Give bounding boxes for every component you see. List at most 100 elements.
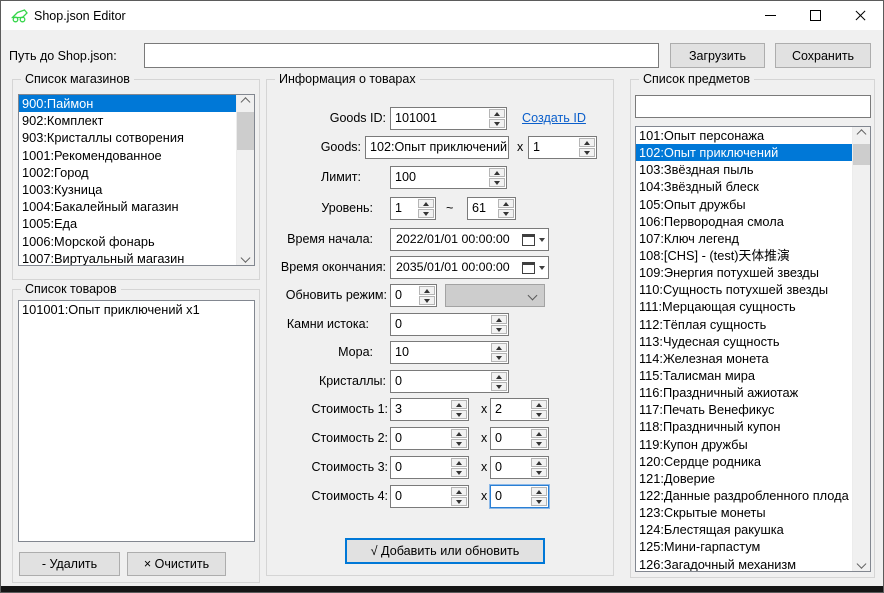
scroll-up-button[interactable] — [853, 127, 870, 144]
end-time-picker[interactable]: 2035/01/01 00:00:00 — [390, 256, 549, 279]
spin-up-button[interactable] — [531, 429, 547, 438]
list-item[interactable]: 1004:Бакалейный магазин — [19, 198, 237, 215]
path-input[interactable] — [144, 43, 659, 68]
list-item[interactable]: 125:Мини-гарпастум — [636, 538, 853, 555]
goods-count-spinner[interactable]: 1 — [528, 136, 597, 159]
list-item[interactable]: 902:Комплект — [19, 112, 237, 129]
end-time-value[interactable]: 2035/01/01 00:00:00 — [396, 260, 510, 274]
spin-down-button[interactable] — [491, 353, 507, 362]
spin-up-button[interactable] — [489, 168, 505, 177]
mora-spinner[interactable]: 10 — [390, 341, 509, 364]
scroll-up-button[interactable] — [237, 95, 254, 112]
spin-down-button[interactable] — [531, 497, 547, 506]
list-item[interactable]: 117:Печать Венефикус — [636, 401, 853, 418]
items-listbox[interactable]: 101:Опыт персонажа102:Опыт приключений10… — [635, 126, 871, 572]
clear-button[interactable]: × Очистить — [127, 552, 226, 576]
load-button[interactable]: Загрузить — [670, 43, 765, 68]
list-item[interactable]: 124:Блестящая ракушка — [636, 521, 853, 538]
spin-down-button[interactable] — [451, 410, 467, 419]
minimize-button[interactable] — [748, 1, 793, 30]
primogems-value[interactable]: 0 — [395, 317, 402, 331]
list-item[interactable]: 900:Паймон — [19, 95, 237, 112]
list-item[interactable]: 102:Опыт приключений — [636, 144, 853, 161]
shops-listbox[interactable]: 900:Паймон902:Комплект903:Кристаллы сотв… — [18, 94, 255, 266]
spin-down-button[interactable] — [451, 497, 467, 506]
list-item[interactable]: 113:Чудесная сущность — [636, 333, 853, 350]
list-item[interactable]: 1002:Город — [19, 164, 237, 181]
list-item[interactable]: 1006:Морской фонарь — [19, 233, 237, 250]
spin-down-button[interactable] — [531, 410, 547, 419]
cost3-count-value[interactable]: 0 — [495, 460, 502, 474]
cost1-item-spinner[interactable]: 3 — [390, 398, 469, 421]
spin-up-button[interactable] — [531, 458, 547, 467]
crystals-spinner[interactable]: 0 — [390, 370, 509, 393]
cost2-item-value[interactable]: 0 — [395, 431, 402, 445]
cost2-item-spinner[interactable]: 0 — [390, 427, 469, 450]
mora-value[interactable]: 10 — [395, 345, 409, 359]
spin-up-button[interactable] — [418, 199, 434, 208]
list-item[interactable]: 104:Звёздный блеск — [636, 178, 853, 195]
spin-down-button[interactable] — [498, 209, 514, 218]
spin-up-button[interactable] — [491, 372, 507, 381]
cost4-count-value[interactable]: 0 — [495, 489, 502, 503]
list-item[interactable]: 111:Мерцающая сущность — [636, 298, 853, 315]
maximize-button[interactable] — [793, 1, 838, 30]
list-item[interactable]: 108:[CHS] - (test)天体推演 — [636, 247, 853, 264]
spin-up-button[interactable] — [489, 109, 505, 118]
level-from-spinner[interactable]: 1 — [390, 197, 436, 220]
spin-down-button[interactable] — [489, 119, 505, 128]
spin-up-button[interactable] — [451, 458, 467, 467]
spin-up-button[interactable] — [579, 138, 595, 147]
list-item[interactable]: 120:Сердце родника — [636, 453, 853, 470]
list-item[interactable]: 101:Опыт персонажа — [636, 127, 853, 144]
list-item[interactable]: 114:Железная монета — [636, 350, 853, 367]
list-item[interactable]: 1001:Рекомендованное — [19, 147, 237, 164]
list-item[interactable]: 115:Талисман мира — [636, 367, 853, 384]
refresh-mode-value[interactable]: 0 — [395, 288, 402, 302]
spin-down-button[interactable] — [491, 325, 507, 334]
limit-spinner[interactable]: 100 — [390, 166, 507, 189]
cost1-item-value[interactable]: 3 — [395, 402, 402, 416]
goods-id-spinner[interactable]: 101001 — [390, 107, 507, 130]
refresh-mode-spinner[interactable]: 0 — [390, 284, 437, 307]
cost3-item-value[interactable]: 0 — [395, 460, 402, 474]
spin-down-button[interactable] — [418, 209, 434, 218]
spin-down-button[interactable] — [419, 296, 435, 305]
list-item[interactable]: 119:Купон дружбы — [636, 436, 853, 453]
scroll-thumb[interactable] — [237, 112, 254, 150]
spin-up-button[interactable] — [451, 429, 467, 438]
spin-up-button[interactable] — [419, 286, 435, 295]
cost2-count-value[interactable]: 0 — [495, 431, 502, 445]
list-item[interactable]: 116:Праздничный ажиотаж — [636, 384, 853, 401]
goods-id-value[interactable]: 101001 — [395, 111, 437, 125]
cost4-item-spinner[interactable]: 0 — [390, 485, 469, 508]
list-item[interactable]: 126:Загадочный механизм — [636, 556, 853, 572]
cost2-count-spinner[interactable]: 0 — [490, 427, 549, 450]
spin-up-button[interactable] — [531, 487, 547, 496]
scroll-down-button[interactable] — [237, 248, 254, 265]
crystals-value[interactable]: 0 — [395, 374, 402, 388]
save-button[interactable]: Сохранить — [775, 43, 871, 68]
cost3-count-spinner[interactable]: 0 — [490, 456, 549, 479]
add-or-update-button[interactable]: √ Добавить или обновить — [345, 538, 545, 564]
dropdown-arrow-icon[interactable] — [539, 266, 545, 270]
cost3-item-spinner[interactable]: 0 — [390, 456, 469, 479]
spin-down-button[interactable] — [531, 439, 547, 448]
spin-down-button[interactable] — [491, 382, 507, 391]
cost4-count-spinner[interactable]: 0 — [490, 485, 549, 508]
spin-down-button[interactable] — [489, 178, 505, 187]
goods-textbox[interactable]: 102:Опыт приключений — [365, 136, 509, 159]
scroll-down-button[interactable] — [853, 554, 870, 571]
list-item[interactable]: 1005:Еда — [19, 215, 237, 232]
refresh-mode-combo[interactable] — [445, 284, 545, 307]
scroll-thumb[interactable] — [853, 144, 870, 165]
spin-up-button[interactable] — [491, 315, 507, 324]
create-id-link[interactable]: Создать ID — [522, 111, 586, 125]
list-item[interactable]: 103:Звёздная пыль — [636, 161, 853, 178]
list-item[interactable]: 110:Сущность потухшей звезды — [636, 281, 853, 298]
cost1-count-value[interactable]: 2 — [495, 402, 502, 416]
shops-scrollbar[interactable] — [236, 95, 254, 265]
start-time-value[interactable]: 2022/01/01 00:00:00 — [396, 232, 510, 246]
cost1-count-spinner[interactable]: 2 — [490, 398, 549, 421]
items-scrollbar[interactable] — [852, 127, 870, 571]
